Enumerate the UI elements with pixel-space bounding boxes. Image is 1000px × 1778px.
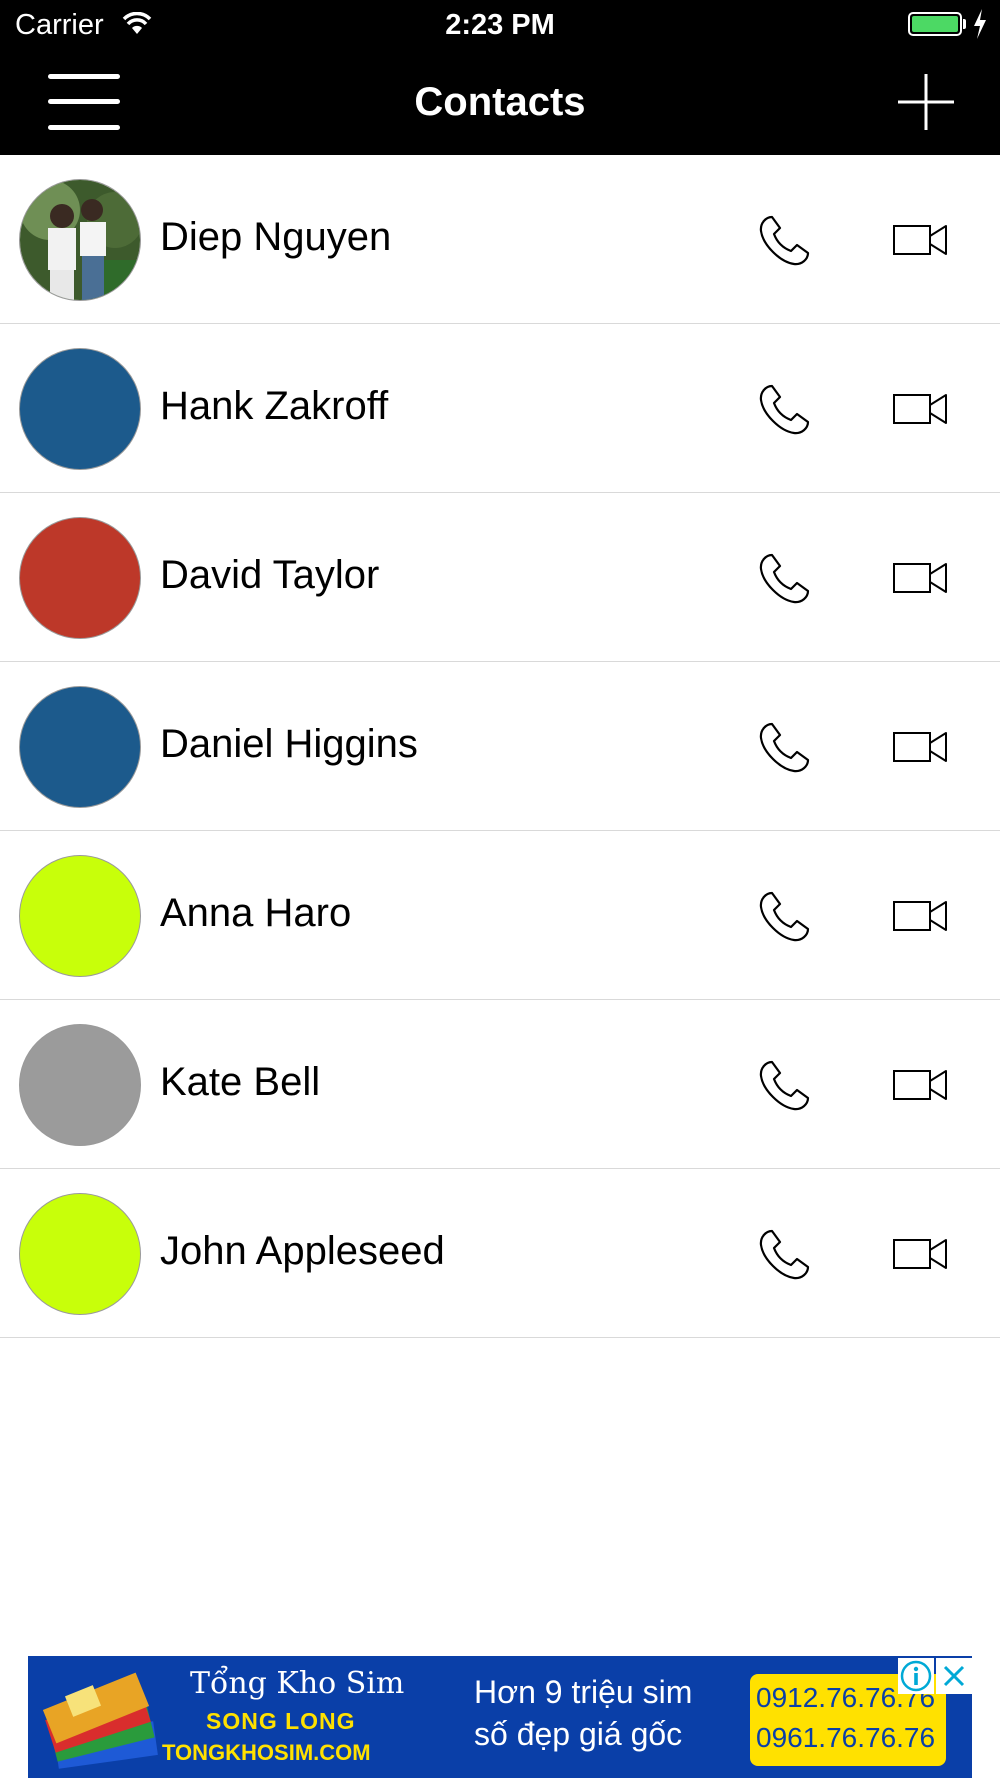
add-contact-button[interactable] (896, 72, 956, 132)
video-call-button[interactable] (892, 891, 950, 941)
avatar (19, 348, 141, 470)
contact-name: David Taylor (160, 553, 380, 597)
phone-icon (759, 384, 810, 435)
call-button[interactable] (756, 887, 814, 945)
phone-icon (759, 1060, 810, 1111)
phone-icon (759, 722, 810, 773)
avatar (19, 179, 141, 301)
contact-list: Diep Nguyen Hank Zakroff David Taylor Danie… (0, 155, 1000, 1338)
menu-button[interactable] (44, 70, 124, 134)
ad-close-icon[interactable] (936, 1658, 972, 1694)
contact-row[interactable]: Kate Bell (0, 1000, 1000, 1169)
call-button[interactable] (756, 1056, 814, 1114)
ad-phone-2: 0961.76.76.76 (756, 1722, 936, 1753)
video-call-button[interactable] (892, 722, 950, 772)
contact-row[interactable]: Hank Zakroff (0, 324, 1000, 493)
contact-name: Anna Haro (160, 891, 352, 935)
video-camera-icon (893, 563, 947, 593)
plus-icon (898, 74, 954, 130)
contact-row[interactable]: Anna Haro (0, 831, 1000, 1000)
phone-icon (759, 553, 810, 604)
contact-name: Daniel Higgins (160, 722, 418, 766)
video-call-button[interactable] (892, 553, 950, 603)
video-camera-icon (893, 225, 947, 255)
call-button[interactable] (756, 1225, 814, 1283)
phone-icon (759, 891, 810, 942)
page-title: Contacts (414, 80, 586, 124)
avatar (19, 517, 141, 639)
video-call-button[interactable] (892, 384, 950, 434)
video-camera-icon (893, 1070, 947, 1100)
call-button[interactable] (756, 718, 814, 776)
ad-info-icon[interactable] (898, 1658, 934, 1694)
avatar (19, 686, 141, 808)
ad-banner[interactable]: Tổng Kho Sim SONG LONG TONGKHOSIM.COM Hơ… (28, 1656, 972, 1778)
ad-slogan-line2: số đẹp giá gốc (474, 1716, 683, 1752)
video-call-button[interactable] (892, 1060, 950, 1110)
ad-brand-name: SONG LONG (206, 1708, 356, 1734)
avatar (19, 1193, 141, 1315)
contact-row[interactable]: Daniel Higgins (0, 662, 1000, 831)
video-camera-icon (893, 732, 947, 762)
contact-name: John Appleseed (160, 1229, 445, 1273)
contact-row[interactable]: David Taylor (0, 493, 1000, 662)
battery-icon (908, 12, 962, 36)
status-bar: Carrier 2:23 PM (0, 0, 1000, 52)
sim-cards-image (42, 1672, 158, 1769)
contact-name: Hank Zakroff (160, 384, 389, 428)
video-camera-icon (893, 1239, 947, 1269)
video-call-button[interactable] (892, 1229, 950, 1279)
call-button[interactable] (756, 380, 814, 438)
phone-icon (759, 1229, 810, 1280)
video-call-button[interactable] (892, 215, 950, 265)
call-button[interactable] (756, 549, 814, 607)
contact-row[interactable]: Diep Nguyen (0, 155, 1000, 324)
ad-brand-title: Tổng Kho Sim (190, 1666, 405, 1701)
contact-name: Kate Bell (160, 1060, 321, 1104)
contact-name: Diep Nguyen (160, 215, 392, 259)
ad-brand-url: TONGKHOSIM.COM (162, 1740, 371, 1765)
avatar (19, 1024, 141, 1146)
video-camera-icon (893, 901, 947, 931)
charging-icon (974, 9, 986, 39)
video-camera-icon (893, 394, 947, 424)
ad-slogan-line1: Hơn 9 triệu sim (474, 1674, 693, 1710)
phone-icon (759, 215, 810, 266)
status-time: 2:23 PM (445, 9, 555, 41)
call-button[interactable] (756, 211, 814, 269)
contact-row[interactable]: John Appleseed (0, 1169, 1000, 1338)
nav-bar: Contacts (0, 52, 1000, 155)
avatar (19, 855, 141, 977)
